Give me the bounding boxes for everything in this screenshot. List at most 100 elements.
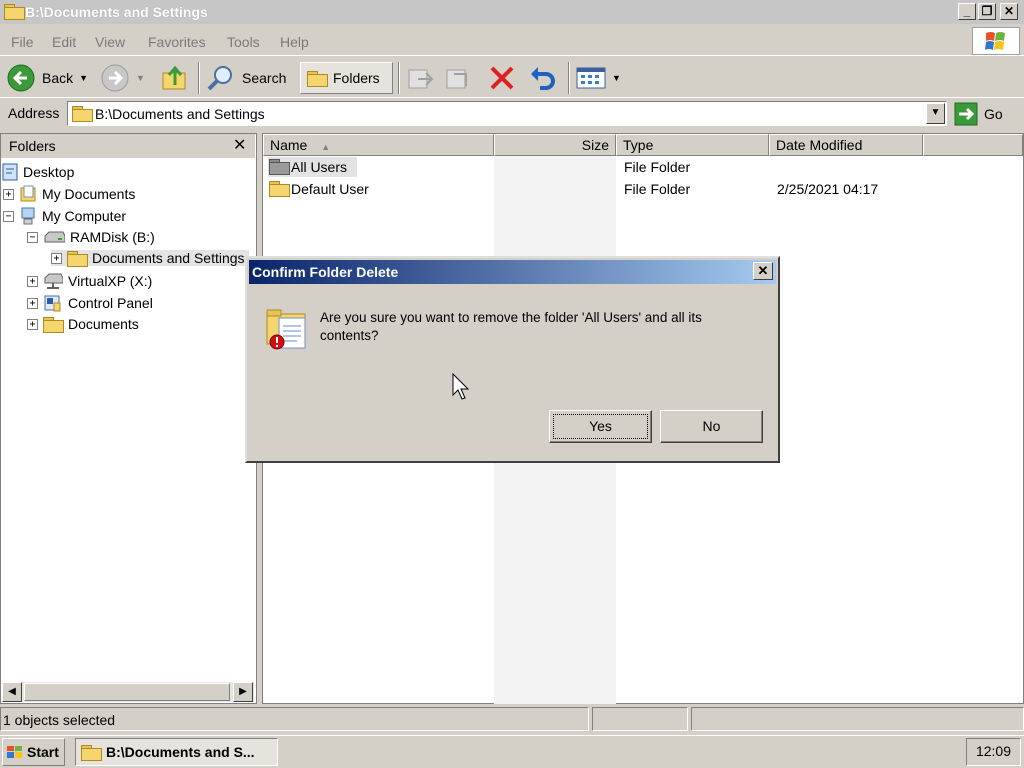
column-date-modified[interactable]: Date Modified bbox=[769, 134, 923, 156]
start-button[interactable]: Start bbox=[2, 738, 65, 766]
expand-icon[interactable]: + bbox=[27, 297, 38, 309]
row-name: All Users bbox=[291, 159, 348, 175]
expand-icon[interactable]: + bbox=[3, 188, 14, 200]
tree-item-documents-and-settings[interactable]: + Documents and Settings bbox=[51, 250, 249, 267]
folder-icon bbox=[269, 159, 290, 175]
tree-item-my-documents[interactable]: + My Documents bbox=[3, 185, 135, 203]
toolbar: Back ▼ ▼ Search Folders ▼ bbox=[0, 58, 1024, 98]
back-button[interactable]: Back ▼ bbox=[6, 62, 88, 94]
tree-label: RAMDisk (B:) bbox=[70, 229, 155, 245]
back-label: Back bbox=[42, 70, 74, 86]
views-icon bbox=[576, 67, 606, 89]
folder-icon bbox=[67, 250, 88, 267]
column-label: Size bbox=[581, 137, 609, 153]
tree-item-documents[interactable]: + Documents bbox=[27, 316, 139, 333]
folders-button[interactable]: Folders bbox=[300, 62, 393, 94]
no-button[interactable]: No bbox=[660, 410, 763, 443]
list-row-default-user[interactable]: Default User bbox=[268, 179, 388, 199]
menu-favorites[interactable]: Favorites bbox=[148, 34, 206, 50]
my-documents-icon bbox=[20, 185, 36, 202]
forward-button[interactable]: ▼ bbox=[100, 62, 145, 94]
taskbar-window-label: B:\Documents and S... bbox=[106, 744, 255, 760]
menu-help[interactable]: Help bbox=[280, 34, 309, 50]
expand-icon[interactable]: + bbox=[27, 275, 38, 287]
horizontal-scrollbar[interactable]: ◀ ▶ bbox=[2, 682, 254, 702]
up-folder-button[interactable] bbox=[160, 62, 190, 94]
column-size[interactable]: Size bbox=[494, 134, 616, 156]
go-button[interactable]: Go bbox=[954, 102, 1003, 126]
undo-icon bbox=[531, 67, 555, 90]
folder-icon bbox=[81, 744, 102, 761]
folders-pane-title: Folders bbox=[9, 138, 56, 154]
close-button[interactable]: ✕ bbox=[1000, 3, 1018, 20]
tree-item-desktop[interactable]: Desktop bbox=[2, 163, 74, 181]
minimize-button[interactable]: _ bbox=[958, 3, 976, 20]
copy-to-button[interactable] bbox=[444, 62, 472, 94]
taskbar-window-button[interactable]: B:\Documents and S... bbox=[75, 738, 278, 766]
collapse-icon[interactable]: − bbox=[3, 210, 14, 222]
move-to-icon bbox=[408, 69, 434, 89]
folder-icon bbox=[72, 106, 93, 122]
delete-button[interactable] bbox=[488, 62, 516, 94]
tree-item-control-panel[interactable]: + Control Panel bbox=[27, 294, 153, 312]
status-bar: 1 objects selected bbox=[0, 707, 1024, 733]
up-folder-icon bbox=[162, 65, 186, 90]
sort-ascending-icon: ▲ bbox=[321, 142, 331, 152]
views-button[interactable]: ▼ bbox=[576, 62, 621, 94]
tree-label: Desktop bbox=[23, 164, 75, 180]
my-computer-icon bbox=[21, 207, 35, 225]
column-label: Date Modified bbox=[776, 137, 863, 153]
clock: 12:09 bbox=[966, 738, 1021, 766]
dialog-message-line: Are you sure you want to remove the fold… bbox=[320, 310, 702, 325]
no-label: No bbox=[702, 418, 721, 434]
network-drive-icon bbox=[44, 273, 63, 289]
row-date: 2/25/2021 04:17 bbox=[777, 181, 879, 197]
list-row-all-users[interactable]: All Users bbox=[268, 157, 357, 177]
column-filler bbox=[923, 134, 1023, 156]
status-panel bbox=[592, 707, 688, 731]
close-icon[interactable]: ✕ bbox=[233, 135, 246, 155]
restore-button[interactable]: ❐ bbox=[978, 3, 996, 20]
go-label: Go bbox=[984, 106, 1003, 122]
expand-icon[interactable]: + bbox=[27, 318, 38, 330]
mouse-cursor-icon bbox=[452, 373, 470, 400]
tree-label: Control Panel bbox=[68, 295, 153, 311]
address-value: B:\Documents and Settings bbox=[95, 106, 265, 122]
dialog-message-line: contents? bbox=[320, 328, 379, 343]
column-type[interactable]: Type bbox=[616, 134, 769, 156]
yes-button[interactable]: Yes bbox=[549, 410, 652, 443]
scroll-thumb[interactable] bbox=[24, 683, 230, 701]
window-titlebar: B:\Documents and Settings _ ❐ ✕ bbox=[0, 0, 1024, 24]
scroll-left-button[interactable]: ◀ bbox=[2, 682, 22, 702]
tree-item-virtualxp[interactable]: + VirtualXP (X:) bbox=[27, 272, 152, 290]
collapse-icon[interactable]: − bbox=[27, 231, 38, 243]
search-button[interactable]: Search bbox=[206, 62, 286, 94]
menu-edit[interactable]: Edit bbox=[52, 34, 76, 50]
chevron-down-icon: ▼ bbox=[612, 73, 621, 83]
tree-item-ramdisk[interactable]: − RAMDisk (B:) bbox=[27, 229, 155, 245]
menu-view[interactable]: View bbox=[95, 34, 125, 50]
address-input[interactable]: B:\Documents and Settings bbox=[67, 101, 947, 126]
address-dropdown-button[interactable]: ▼ bbox=[926, 103, 945, 124]
menu-tools[interactable]: Tools bbox=[227, 34, 260, 50]
row-name: Default User bbox=[291, 181, 369, 197]
dialog-close-button[interactable]: ✕ bbox=[753, 262, 773, 280]
undo-button[interactable] bbox=[528, 62, 556, 94]
column-label: Name bbox=[270, 137, 308, 153]
start-label: Start bbox=[27, 744, 59, 760]
dialog-message: Are you sure you want to remove the fold… bbox=[320, 309, 702, 345]
scroll-right-button[interactable]: ▶ bbox=[233, 682, 253, 702]
yes-label: Yes bbox=[589, 418, 612, 434]
menu-file[interactable]: File bbox=[11, 34, 34, 50]
list-header: Name ▲ Size Type Date Modified bbox=[263, 134, 1023, 156]
folder-icon bbox=[269, 181, 290, 197]
status-panel: 1 objects selected bbox=[0, 707, 589, 731]
tree-item-my-computer[interactable]: − My Computer bbox=[3, 207, 126, 225]
confirm-folder-delete-dialog: Confirm Folder Delete ✕ Are you sure you… bbox=[245, 256, 780, 463]
move-to-button[interactable] bbox=[406, 62, 434, 94]
expand-icon[interactable]: + bbox=[51, 252, 62, 264]
column-name[interactable]: Name ▲ bbox=[263, 134, 494, 156]
dialog-titlebar: Confirm Folder Delete bbox=[249, 260, 776, 284]
clock-time: 12:09 bbox=[975, 743, 1012, 759]
row-type: File Folder bbox=[624, 159, 691, 175]
